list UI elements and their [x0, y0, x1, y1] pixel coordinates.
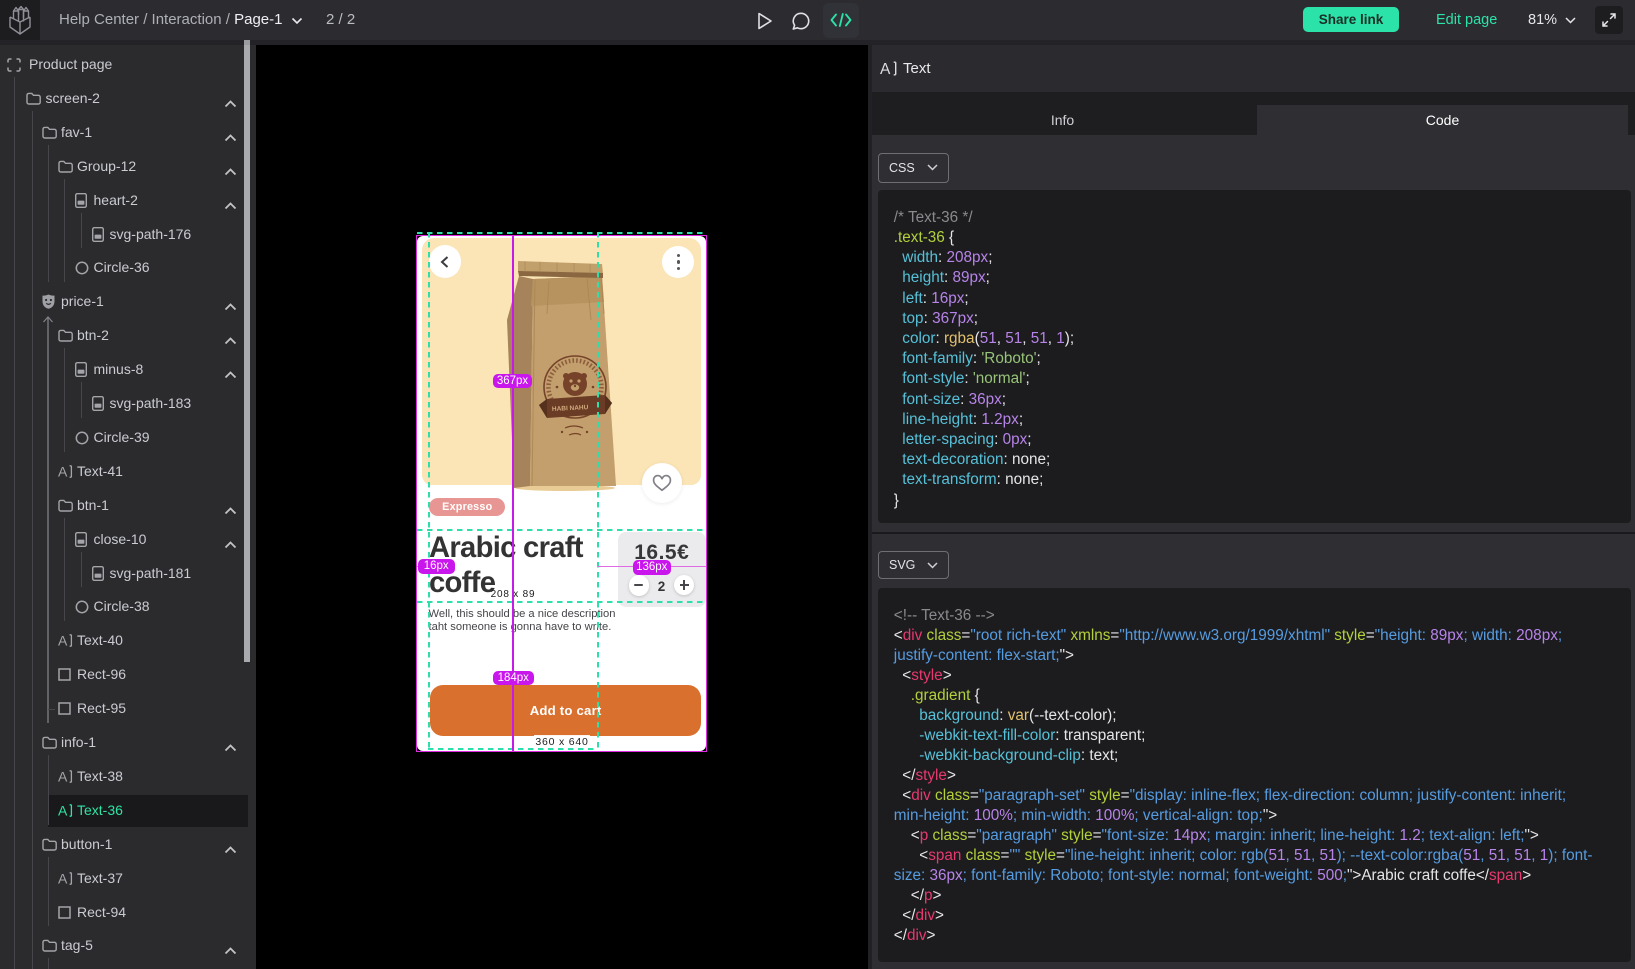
svg-text:A: A [58, 871, 68, 886]
svg-text:A: A [58, 803, 68, 818]
svg-text:A: A [58, 769, 68, 784]
svg-text:A: A [880, 61, 891, 77]
svg-text:A: A [58, 464, 68, 479]
svg-text:A: A [58, 633, 68, 648]
